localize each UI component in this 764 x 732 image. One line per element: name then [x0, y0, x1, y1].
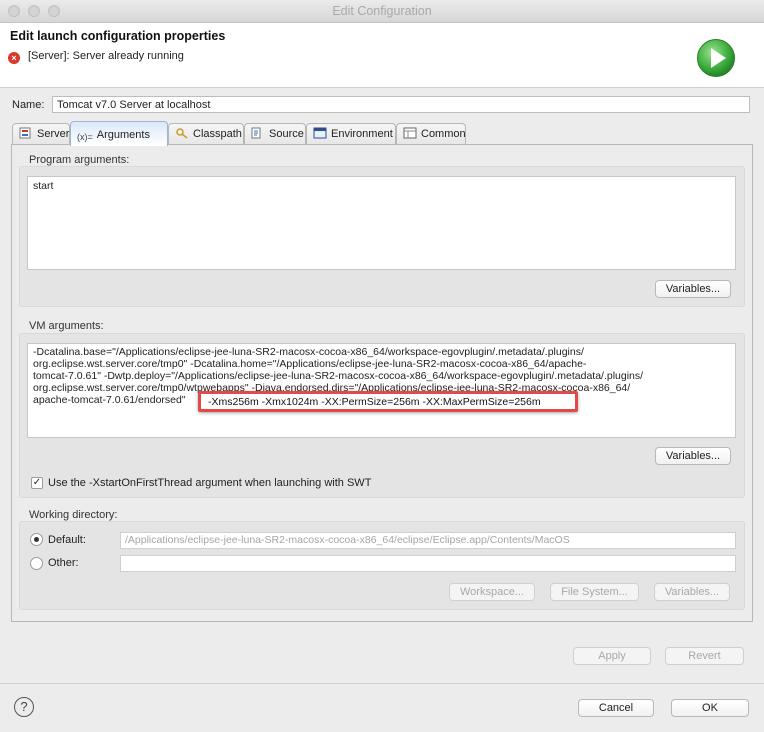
program-arguments-label: Program arguments:	[29, 154, 130, 166]
dialog-header: Edit launch configuration properties × […	[0, 23, 764, 88]
vm-line: tomcat-7.0.61" -Dwtp.deploy="/Applicatio…	[33, 370, 644, 382]
apply-button[interactable]: Apply	[573, 647, 651, 665]
program-variables-button[interactable]: Variables...	[655, 280, 731, 298]
swt-checkbox[interactable]: ✓	[31, 477, 43, 489]
tab-environment[interactable]: Environment	[306, 123, 396, 145]
title-bar: Edit Configuration	[0, 0, 764, 23]
window-title: Edit Configuration	[332, 4, 432, 18]
default-radio[interactable]	[30, 533, 43, 546]
source-icon	[251, 127, 261, 139]
common-icon	[403, 127, 417, 139]
tab-source[interactable]: Source	[244, 123, 306, 145]
tab-label: Server	[37, 128, 70, 140]
vm-line: -Dcatalina.base="/Applications/eclipse-j…	[33, 346, 584, 358]
vm-arguments-label: VM arguments:	[29, 320, 104, 332]
tab-label: Arguments	[96, 129, 150, 141]
ok-button[interactable]: OK	[671, 699, 749, 717]
arguments-icon: (x)=	[77, 132, 93, 142]
environment-icon	[313, 127, 327, 139]
default-directory-field: /Applications/eclipse-jee-luna-SR2-macos…	[120, 532, 736, 549]
tab-classpath[interactable]: Classpath	[168, 123, 244, 145]
other-directory-input[interactable]	[120, 555, 736, 572]
vm-line: org.eclipse.wst.server.core/tmp0" -Dcata…	[33, 358, 587, 370]
working-variables-button[interactable]: Variables...	[654, 583, 730, 601]
help-icon[interactable]: ?	[14, 697, 34, 717]
tab-server[interactable]: Server	[12, 123, 70, 145]
tab-label: Source	[269, 128, 304, 140]
file-system-button[interactable]: File System...	[550, 583, 639, 601]
name-label: Name:	[12, 99, 45, 111]
swt-checkbox-label: Use the -XstartOnFirstThread argument wh…	[48, 477, 372, 489]
program-arguments-input[interactable]: start	[27, 176, 736, 270]
tab-label: Classpath	[193, 128, 242, 140]
other-radio[interactable]	[30, 557, 43, 570]
error-icon: ×	[8, 52, 20, 64]
run-icon	[697, 39, 735, 77]
default-label: Default:	[48, 534, 86, 546]
highlighted-text: -Xms256m -Xmx1024m -XX:PermSize=256m -XX…	[208, 396, 541, 408]
tab-arguments[interactable]: (x)= Arguments	[70, 121, 168, 146]
tab-common[interactable]: Common	[396, 123, 466, 145]
tab-label: Environment	[331, 128, 393, 140]
header-title: Edit launch configuration properties	[10, 29, 226, 43]
server-icon	[19, 127, 31, 139]
footer-separator	[0, 683, 764, 684]
workspace-button[interactable]: Workspace...	[449, 583, 535, 601]
tab-label: Common	[421, 128, 466, 140]
other-label: Other:	[48, 557, 79, 569]
cancel-button[interactable]: Cancel	[578, 699, 654, 717]
working-directory-label: Working directory:	[29, 509, 118, 521]
classpath-icon	[176, 128, 188, 139]
error-message: [Server]: Server already running	[28, 50, 184, 62]
highlighted-memory-args: -Xms256m -Xmx1024m -XX:PermSize=256m -XX…	[198, 391, 578, 412]
revert-button[interactable]: Revert	[665, 647, 744, 665]
vm-variables-button[interactable]: Variables...	[655, 447, 731, 465]
name-input[interactable]	[52, 96, 750, 113]
